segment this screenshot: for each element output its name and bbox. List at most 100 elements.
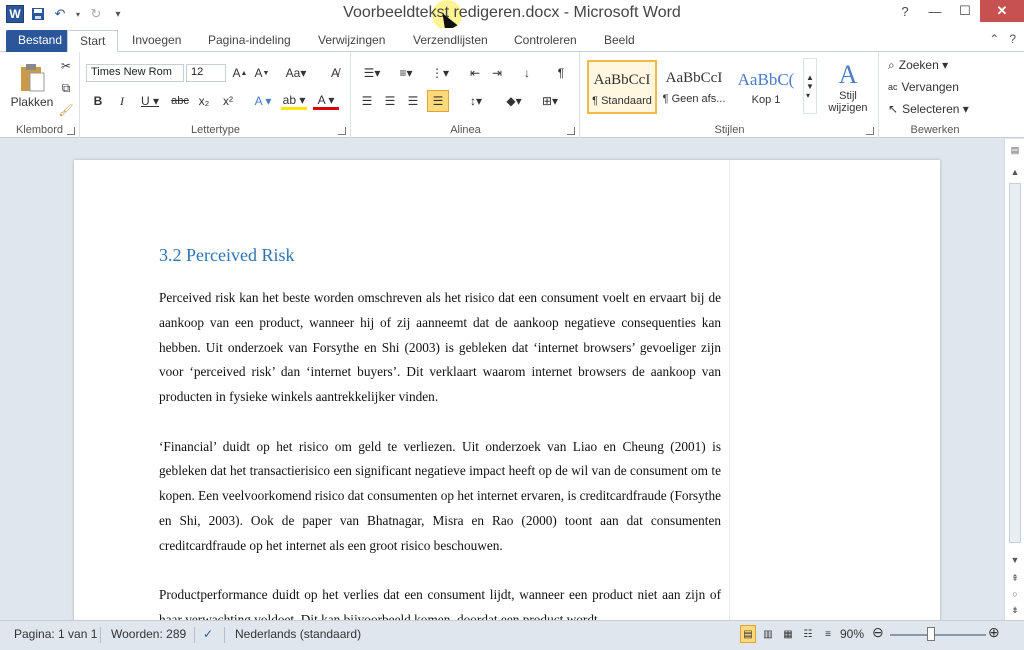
change-styles-button[interactable]: A Stijl wijzigen bbox=[821, 56, 875, 118]
zoom-level[interactable]: 90% bbox=[840, 627, 864, 641]
styles-gallery-scroll[interactable]: ▲ ▼ ▾ bbox=[803, 58, 817, 114]
paste-icon bbox=[21, 64, 45, 92]
show-formatting-marks-icon[interactable]: ¶ bbox=[552, 64, 570, 82]
maximize-button[interactable]: ☐ bbox=[950, 0, 980, 22]
styles-group-label: Stijlen bbox=[714, 124, 745, 136]
zoom-in-icon[interactable]: ⊕ bbox=[988, 624, 1000, 641]
minimize-ribbon-icon[interactable]: ⌃ bbox=[989, 32, 999, 46]
line-spacing-icon[interactable]: ↕▾ bbox=[462, 92, 490, 110]
draft-icon[interactable]: ≡ bbox=[820, 625, 836, 643]
shading-icon[interactable]: ◆▾ bbox=[500, 92, 528, 110]
align-center-icon[interactable]: ☰ bbox=[381, 92, 399, 110]
zoom-slider-thumb[interactable] bbox=[927, 627, 935, 641]
grow-font-icon[interactable]: A ▲ bbox=[231, 64, 249, 82]
increase-indent-icon[interactable]: ⇥ bbox=[488, 64, 506, 82]
tab-mailings[interactable]: Verzendlijsten bbox=[401, 30, 500, 52]
numbering-icon[interactable]: ≡▾ bbox=[392, 64, 420, 82]
tab-insert[interactable]: Invoegen bbox=[120, 30, 193, 52]
select-cursor-icon: ↖ bbox=[888, 102, 899, 116]
multilevel-list-icon[interactable]: ⋮▾ bbox=[426, 64, 454, 82]
web-layout-icon[interactable]: ▦ bbox=[780, 625, 796, 643]
copy-icon[interactable]: ⧉ bbox=[58, 80, 74, 96]
replace-label: Vervangen bbox=[901, 80, 959, 94]
bullets-icon[interactable]: ☰▾ bbox=[358, 64, 386, 82]
browse-object-icon[interactable]: ○ bbox=[1007, 587, 1023, 601]
select-label: Selecteren bbox=[902, 102, 960, 116]
change-styles-label: Stijl wijzigen bbox=[828, 90, 868, 114]
group-editing: ⌕ Zoeken ▾ ac Vervangen ↖ Selecteren ▾ Bewe… bbox=[880, 52, 990, 138]
zoom-out-icon[interactable]: ⊖ bbox=[872, 624, 884, 641]
style-standard-sample: AaBbCcI bbox=[593, 72, 651, 88]
justify-icon[interactable]: ☰ bbox=[427, 90, 449, 112]
align-right-icon[interactable]: ☰ bbox=[404, 92, 422, 110]
proofing-icon[interactable]: ✓ bbox=[203, 627, 213, 641]
subscript-button[interactable]: x₂ bbox=[195, 92, 213, 110]
decrease-indent-icon[interactable]: ⇤ bbox=[466, 64, 484, 82]
window-title: Voorbeeldtekst redigeren.docx - Microsof… bbox=[343, 4, 681, 21]
bold-button[interactable]: B bbox=[89, 92, 107, 110]
sort-icon[interactable]: ↓ bbox=[518, 64, 536, 82]
clear-formatting-icon[interactable]: A̸ bbox=[326, 64, 344, 82]
page-count[interactable]: Pagina: 1 van 1 bbox=[14, 627, 97, 641]
print-layout-icon[interactable]: ▤ bbox=[740, 625, 756, 643]
find-button[interactable]: ⌕ Zoeken ▾ bbox=[888, 56, 978, 74]
style-standard[interactable]: AaBbCcI ¶ Standaard bbox=[587, 60, 657, 114]
style-standard-label: ¶ Standaard bbox=[592, 95, 652, 107]
next-page-icon[interactable]: ⇟ bbox=[1007, 603, 1023, 617]
change-styles-icon: A bbox=[838, 60, 858, 89]
word-count[interactable]: Woorden: 289 bbox=[111, 627, 186, 641]
document-page[interactable]: 3.2 Perceived Risk Perceived risk kan he… bbox=[74, 160, 940, 620]
font-launcher-icon[interactable] bbox=[338, 127, 346, 135]
format-painter-icon[interactable]: 🖌 bbox=[58, 102, 74, 118]
minimize-button[interactable]: — bbox=[920, 0, 950, 22]
ribbon-tabs: Bestand Start Invoegen Pagina-indeling V… bbox=[0, 28, 1024, 52]
help-icon[interactable]: ? bbox=[890, 0, 920, 22]
zoom-slider-track[interactable] bbox=[890, 634, 986, 636]
select-button[interactable]: ↖ Selecteren ▾ bbox=[888, 100, 986, 118]
tab-start[interactable]: Start bbox=[67, 30, 119, 52]
previous-page-icon[interactable]: ⇞ bbox=[1007, 571, 1023, 585]
binoculars-icon: ⌕ bbox=[888, 57, 895, 72]
shrink-font-icon[interactable]: A ▼ bbox=[253, 64, 271, 82]
paste-button[interactable]: Plakken bbox=[8, 56, 56, 116]
change-case-icon[interactable]: Aa▾ bbox=[284, 64, 308, 82]
language-indicator[interactable]: Nederlands (standaard) bbox=[235, 627, 361, 641]
find-label: Zoeken bbox=[898, 58, 939, 72]
highlight-color-icon[interactable]: ab ▾ bbox=[281, 92, 307, 110]
paragraph-launcher-icon[interactable] bbox=[567, 127, 575, 135]
status-separator bbox=[224, 627, 225, 643]
ruler-toggle-icon[interactable]: ▤ bbox=[1007, 143, 1023, 157]
style-heading-1[interactable]: AaBbC( Kop 1 bbox=[731, 60, 801, 114]
scroll-up-icon[interactable]: ▲ bbox=[1007, 165, 1023, 179]
font-name-dropdown[interactable]: Times New Rom bbox=[86, 64, 184, 82]
close-button[interactable]: ✕ bbox=[980, 0, 1024, 22]
tab-page-layout[interactable]: Pagina-indeling bbox=[196, 30, 303, 52]
styles-launcher-icon[interactable] bbox=[866, 127, 874, 135]
tab-references[interactable]: Verwijzingen bbox=[306, 30, 397, 52]
tab-file[interactable]: Bestand bbox=[6, 30, 75, 52]
font-size-dropdown[interactable]: 12 bbox=[186, 64, 226, 82]
style-no-spacing[interactable]: AaBbCcI ¶ Geen afs... bbox=[659, 60, 729, 114]
full-screen-reading-icon[interactable]: ▥ bbox=[760, 625, 776, 643]
replace-button[interactable]: ac Vervangen bbox=[888, 78, 978, 96]
scroll-thumb[interactable] bbox=[1009, 183, 1021, 543]
font-color-icon[interactable]: A ▾ bbox=[313, 92, 339, 110]
italic-button[interactable]: I bbox=[113, 92, 131, 110]
paragraph-1: Perceived risk kan het beste worden omsc… bbox=[159, 290, 721, 405]
text-effects-icon[interactable]: A ▾ bbox=[251, 92, 275, 110]
strikethrough-button[interactable]: abc bbox=[169, 92, 191, 110]
tab-view[interactable]: Beeld bbox=[592, 30, 647, 52]
cut-icon[interactable]: ✂ bbox=[58, 58, 74, 74]
outline-icon[interactable]: ☷ bbox=[800, 625, 816, 643]
clipboard-launcher-icon[interactable] bbox=[67, 127, 75, 135]
scroll-down-icon[interactable]: ▼ bbox=[1007, 553, 1023, 567]
status-separator bbox=[194, 627, 195, 643]
help-circle-icon[interactable]: ? bbox=[1009, 32, 1016, 46]
tab-review[interactable]: Controleren bbox=[502, 30, 589, 52]
align-left-icon[interactable]: ☰ bbox=[358, 92, 376, 110]
vertical-scrollbar[interactable]: ▤ ▲ ▼ ⇞ ○ ⇟ bbox=[1004, 139, 1024, 620]
borders-icon[interactable]: ⊞▾ bbox=[536, 92, 564, 110]
superscript-button[interactable]: x² bbox=[219, 92, 237, 110]
document-body[interactable]: 3.2 Perceived Risk Perceived risk kan he… bbox=[159, 245, 721, 620]
underline-button[interactable]: U ▾ bbox=[137, 92, 163, 110]
